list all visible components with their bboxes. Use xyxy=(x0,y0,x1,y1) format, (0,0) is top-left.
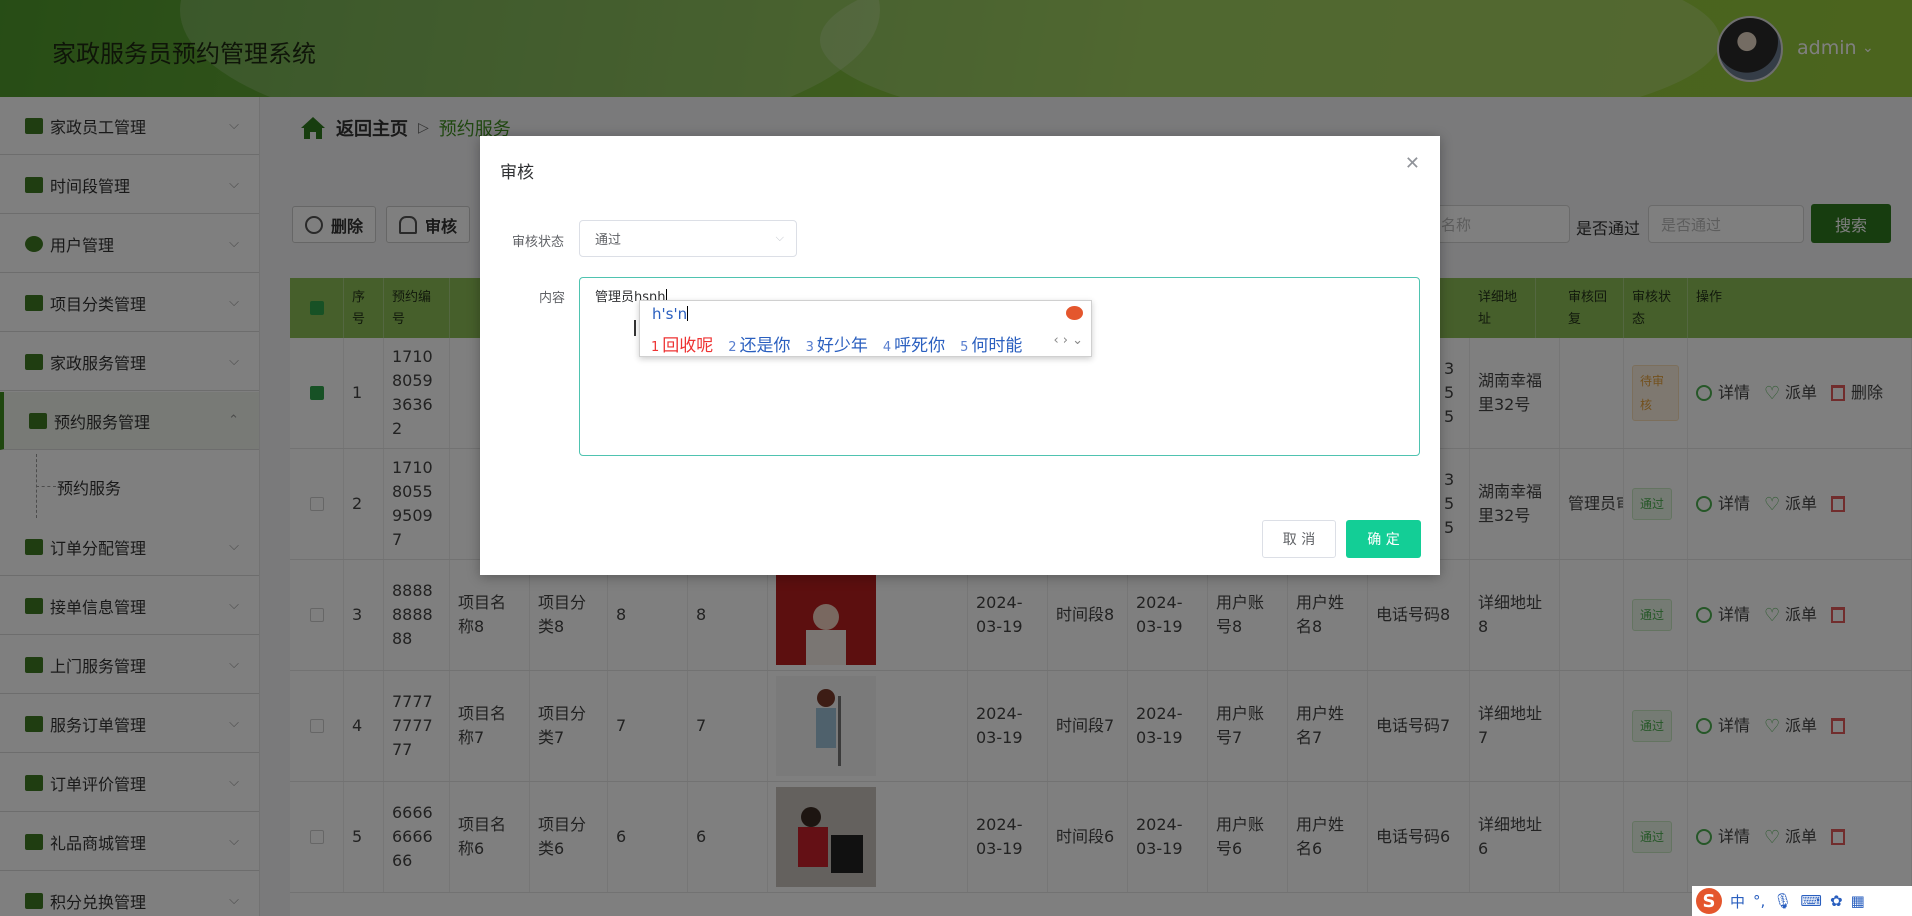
confirm-button[interactable]: 确 定 xyxy=(1346,520,1421,558)
ime-candidate-text: 还是你 xyxy=(739,336,791,356)
ime-page-nav[interactable]: ‹ › ⌄ xyxy=(1053,333,1083,348)
ime-candidate[interactable]: 4 呼死你 xyxy=(883,331,945,356)
status-select-value: 通过 xyxy=(595,233,622,248)
ime-candidate[interactable]: 2 还是你 xyxy=(728,331,790,356)
content-field-label: 内容 xyxy=(539,291,566,306)
mouse-ibeam-cursor xyxy=(634,320,636,336)
microphone-icon[interactable]: 🎙 xyxy=(1773,892,1792,910)
ime-candidate-text: 回收呢 xyxy=(662,336,714,356)
keyboard-icon[interactable]: ⌨ xyxy=(1800,892,1822,910)
skin-icon[interactable]: ✿ xyxy=(1830,892,1843,910)
ime-language-toggle[interactable]: 中 xyxy=(1730,891,1745,912)
ime-candidate-number: 4 xyxy=(882,340,892,355)
ime-candidate-number: 5 xyxy=(960,340,969,355)
ime-candidate-text: 呼死你 xyxy=(894,336,946,356)
ime-candidates: 1 回收呢 2 还是你 3 好少年 4 呼死你 5 何时能 xyxy=(651,331,1037,356)
ime-candidate[interactable]: 3 好少年 xyxy=(806,331,868,356)
status-select[interactable]: 通过 ⌵ xyxy=(579,220,797,257)
ime-candidate-number: 1 xyxy=(651,340,660,355)
toolbox-icon[interactable]: ▦ xyxy=(1851,892,1865,910)
dialog-title: 审核 xyxy=(500,163,534,183)
ime-pinyin-text: h's'n xyxy=(652,305,688,323)
ime-caret xyxy=(687,306,689,321)
chevron-down-icon: ⌵ xyxy=(775,231,784,244)
sogou-icon[interactable]: S xyxy=(1696,888,1722,914)
ime-pinyin: h's'n xyxy=(652,305,689,323)
sogou-icon xyxy=(1066,306,1083,320)
status-field-label: 审核状态 xyxy=(512,235,565,250)
ime-candidate-text: 好少年 xyxy=(816,336,868,356)
cancel-button[interactable]: 取 消 xyxy=(1262,520,1336,558)
ime-status-bar: S 中 °, 🎙 ⌨ ✿ ▦ xyxy=(1692,886,1912,916)
ime-candidate-window: h's'n 1 回收呢 2 还是你 3 好少年 4 呼死你 5 何时能 ‹ › ⌄ xyxy=(639,300,1092,357)
ime-candidate-number: 2 xyxy=(728,340,737,355)
ime-punctuation-toggle[interactable]: °, xyxy=(1753,892,1765,910)
ime-candidate-number: 3 xyxy=(805,340,814,355)
ime-candidate[interactable]: 5 何时能 xyxy=(960,331,1022,356)
ime-candidate[interactable]: 1 回收呢 xyxy=(651,331,713,356)
ime-candidate-text: 何时能 xyxy=(971,336,1023,356)
close-icon[interactable]: ✕ xyxy=(1405,153,1420,174)
